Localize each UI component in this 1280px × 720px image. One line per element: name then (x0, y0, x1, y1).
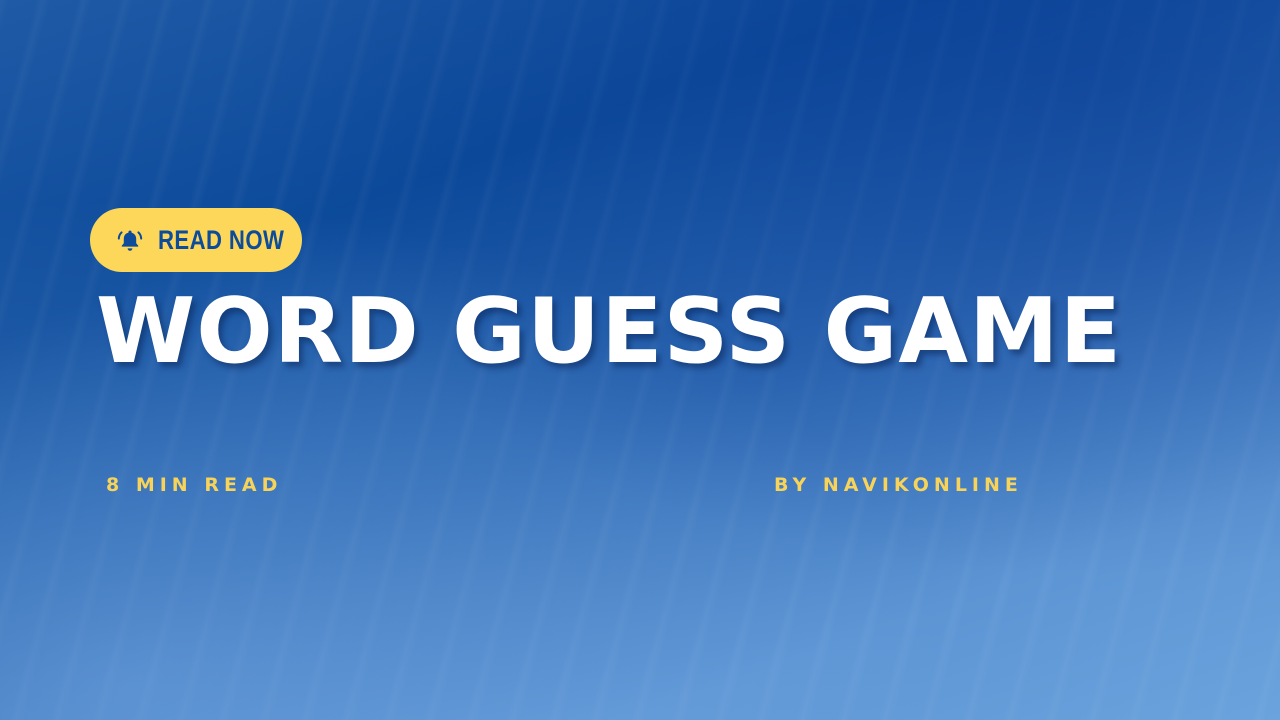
author-byline: BY NAVIKONLINE (774, 474, 1023, 496)
read-time: 8 MIN READ (106, 474, 283, 496)
article-banner: READ NOW WORD GUESS GAME 8 MIN READ BY N… (0, 0, 1280, 720)
read-now-button[interactable]: READ NOW (90, 208, 302, 272)
read-now-label: READ NOW (158, 225, 285, 255)
article-title: WORD GUESS GAME (96, 279, 1123, 384)
bell-ringing-icon (117, 230, 143, 251)
